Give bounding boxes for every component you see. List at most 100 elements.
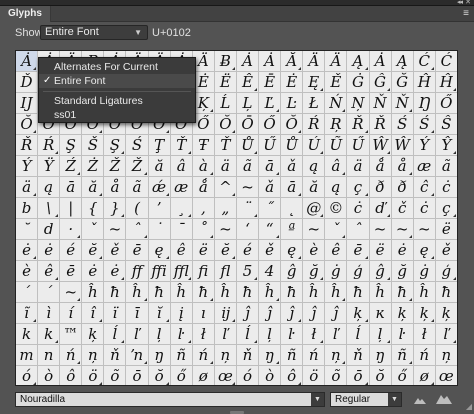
glyph-cell[interactable]: Ĥ (413, 72, 436, 93)
glyph-cell[interactable]: ċ (413, 198, 436, 219)
menu-item-standard-ligatures[interactable]: Standard Ligatures (39, 94, 195, 108)
glyph-cell[interactable]: ô (281, 366, 304, 385)
glyph-cell[interactable]: ~ (60, 282, 83, 303)
glyph-cell[interactable]: ņ (325, 345, 348, 366)
menu-item-entire-font[interactable]: ✓ Entire Font (39, 74, 195, 88)
glyph-cell[interactable]: Ŧ (192, 135, 215, 156)
glyph-cell[interactable]: ė (104, 261, 127, 282)
glyph-cell[interactable]: ľ (435, 324, 457, 345)
glyph-cell[interactable]: Ŏ (16, 114, 39, 135)
glyph-cell[interactable]: Ń (325, 93, 348, 114)
glyph-cell[interactable]: ė (16, 240, 39, 261)
glyph-cell[interactable]: Ė (281, 72, 304, 93)
glyph-cell[interactable]: é (236, 240, 260, 261)
glyph-cell[interactable]: œ (215, 366, 237, 385)
glyph-cell[interactable]: ~ (391, 219, 414, 240)
glyph-cell[interactable]: ´ (16, 282, 39, 303)
glyph-cell[interactable]: ě (259, 240, 282, 261)
glyph-cell[interactable]: Ň (369, 93, 392, 114)
glyph-cell[interactable]: ñ (391, 345, 414, 366)
glyph-cell[interactable]: Ê (236, 72, 260, 93)
glyph-cell[interactable]: ġ (325, 261, 348, 282)
glyph-cell[interactable]: ª (281, 219, 304, 240)
glyph-cell[interactable]: Ĝ (369, 72, 392, 93)
glyph-cell[interactable]: ļ (369, 324, 392, 345)
glyph-cell[interactable]: ä (16, 177, 39, 198)
glyph-cell[interactable]: 4 (259, 261, 282, 282)
glyph-cell[interactable]: Ň (391, 93, 414, 114)
glyph-cell[interactable]: Ş (60, 135, 83, 156)
glyph-cell[interactable]: ĭ (148, 303, 171, 324)
panel-menu-icon[interactable]: ≡ (463, 8, 469, 20)
glyph-cell[interactable]: ffl (170, 261, 193, 282)
glyph-cell[interactable]: ( (126, 198, 149, 219)
glyph-cell[interactable]: ﬂ (214, 261, 237, 282)
glyph-cell[interactable]: Ŋ (413, 93, 436, 114)
glyph-cell[interactable]: å (104, 177, 127, 198)
glyph-cell[interactable]: ą (325, 177, 348, 198)
glyph-cell[interactable]: ì (38, 303, 61, 324)
glyph-cell[interactable]: õ (104, 366, 127, 385)
glyph-cell[interactable]: ë (435, 219, 457, 240)
glyph-cell[interactable]: ń (60, 345, 83, 366)
glyph-cell[interactable]: Ą (347, 51, 370, 72)
glyph-cell[interactable]: ĵ (236, 303, 260, 324)
glyph-cell[interactable]: ė (82, 261, 105, 282)
glyph-cell[interactable]: ĺ (347, 324, 370, 345)
glyph-cell[interactable]: Ė (192, 72, 215, 93)
glyph-cell[interactable]: Ÿ (38, 156, 61, 177)
show-select[interactable]: Entire Font ▼ (40, 25, 148, 40)
glyph-cell[interactable]: ´ (38, 282, 61, 303)
glyph-cell[interactable]: ĩ (16, 303, 39, 324)
glyph-cell[interactable]: · (60, 219, 83, 240)
glyph-cell[interactable]: @ (303, 198, 326, 219)
glyph-cell[interactable]: ő (171, 366, 193, 385)
glyph-cell[interactable]: ę (148, 240, 171, 261)
glyph-cell[interactable]: ŀ (281, 324, 304, 345)
glyph-cell[interactable]: æ (170, 177, 193, 198)
glyph-cell[interactable]: 5 (236, 261, 260, 282)
glyph-cell[interactable]: ă (82, 177, 105, 198)
glyph-cell[interactable]: è (16, 261, 39, 282)
glyph-cell[interactable]: ê (170, 240, 193, 261)
glyph-cell[interactable]: ń (413, 345, 436, 366)
small-mountain-icon[interactable] (414, 396, 426, 404)
glyph-cell[interactable]: ĺ (104, 324, 127, 345)
glyph-cell[interactable]: â (170, 156, 193, 177)
glyph-cell[interactable]: ø (193, 366, 215, 385)
glyph-cell[interactable]: Ů (281, 135, 304, 156)
glyph-cell[interactable]: ĵ (303, 303, 326, 324)
glyph-cell[interactable]: ~ (303, 219, 326, 240)
glyph-cell[interactable]: ~ (369, 219, 392, 240)
glyph-cell[interactable]: Ĺ (214, 93, 237, 114)
glyph-cell[interactable]: ĸ (369, 303, 392, 324)
glyph-cell[interactable]: ff (126, 261, 149, 282)
glyph-cell[interactable]: ŋ (259, 345, 282, 366)
glyph-cell[interactable]: Ĳ (16, 93, 39, 114)
glyph-cell[interactable]: Ő (259, 114, 282, 135)
glyph-cell[interactable]: Ȧ (259, 51, 282, 72)
glyph-cell[interactable]: ą (38, 177, 61, 198)
glyph-cell[interactable]: Ś (391, 114, 414, 135)
glyph-cell[interactable]: ħ (192, 282, 215, 303)
glyph-cell[interactable]: ı (192, 303, 215, 324)
glyph-cell[interactable]: Ő (435, 93, 457, 114)
glyph-cell[interactable]: Ŝ (435, 114, 457, 135)
glyph-cell[interactable]: ã (435, 156, 457, 177)
glyph-cell[interactable]: k (16, 324, 39, 345)
glyph-cell[interactable]: ł (192, 324, 215, 345)
glyph-cell[interactable]: ğ (303, 261, 326, 282)
glyph-cell[interactable]: ǎ (281, 156, 304, 177)
glyph-cell[interactable]: Ľ (259, 93, 282, 114)
glyph-cell[interactable]: ě (104, 240, 127, 261)
glyph-cell[interactable]: ã (126, 177, 149, 198)
glyph-cell[interactable]: ļ (259, 324, 282, 345)
glyph-cell[interactable]: ď (369, 198, 392, 219)
glyph-cell[interactable]: ™ (60, 324, 83, 345)
glyph-cell[interactable]: ę (281, 240, 304, 261)
glyph-cell[interactable]: Ł (303, 93, 326, 114)
large-mountain-icon[interactable] (436, 393, 452, 404)
glyph-cell[interactable]: œ (436, 366, 457, 385)
glyph-cell[interactable]: ŀ (170, 324, 193, 345)
glyph-cell[interactable]: ģ (347, 261, 370, 282)
